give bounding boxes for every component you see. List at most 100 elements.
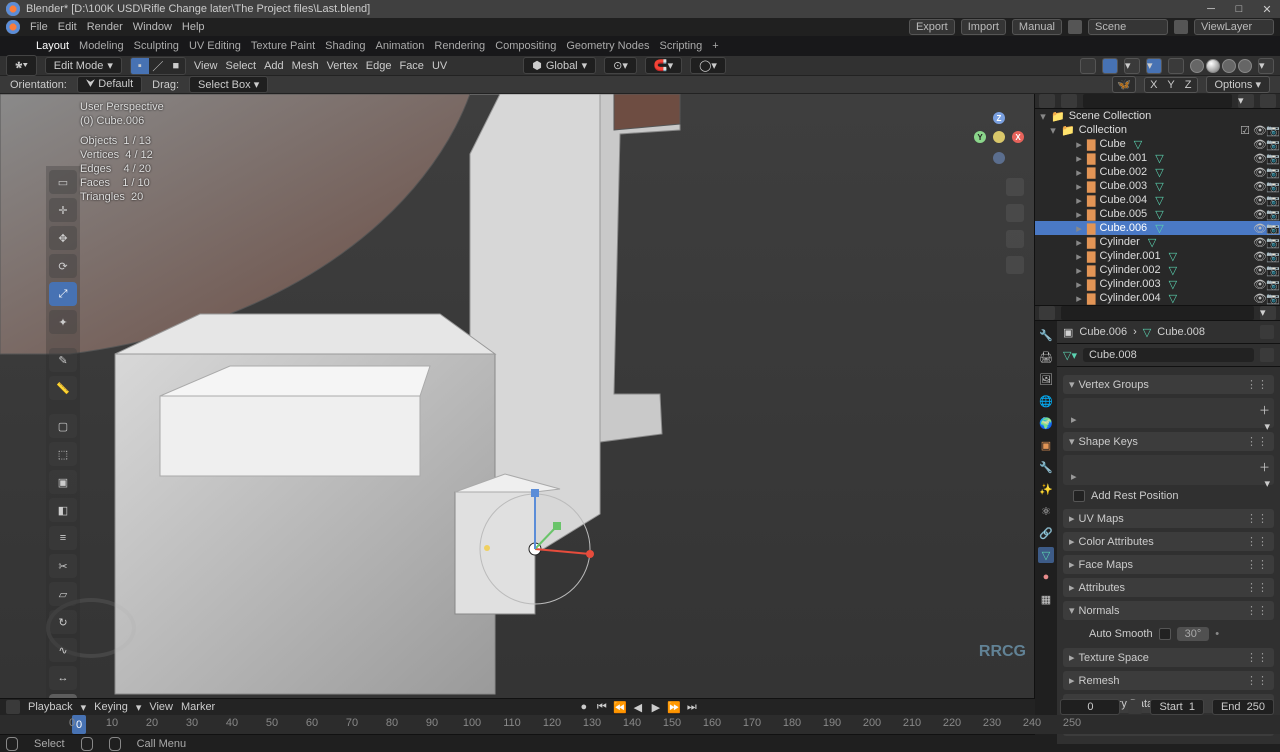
vertex-mode-icon[interactable]: ▪: [131, 58, 149, 74]
wireframe-shading-icon[interactable]: [1190, 59, 1204, 73]
vertex-groups-list[interactable]: ＋▾▸: [1063, 398, 1274, 428]
import-chip[interactable]: Import: [961, 19, 1006, 35]
gizmo-icon[interactable]: ▾: [1124, 58, 1140, 74]
tool-rotate[interactable]: ⟳: [49, 254, 77, 278]
orientation-value[interactable]: ⮟ Default: [77, 76, 142, 93]
tool-select[interactable]: ▭: [49, 170, 77, 194]
auto-smooth-angle[interactable]: 30°: [1177, 627, 1210, 641]
play-icon[interactable]: ▶: [649, 701, 663, 714]
timeline-playback[interactable]: Playback: [28, 701, 73, 713]
menu-window[interactable]: Window: [133, 21, 172, 33]
drag-value[interactable]: Select Box ▾: [189, 76, 268, 93]
ptab-world[interactable]: 🌍: [1038, 415, 1054, 431]
shading-mode-group[interactable]: [1190, 59, 1252, 73]
tree-item-cube-005[interactable]: ▸▇Cube.005▽👁📷: [1035, 207, 1280, 221]
xray-icon[interactable]: [1168, 58, 1184, 74]
mirror-y[interactable]: Y: [1162, 78, 1179, 92]
outliner[interactable]: ▾📁Scene Collection ▾📁Collection ☑👁📷 ▸▇Cu…: [1035, 109, 1280, 305]
pan-icon[interactable]: [1006, 204, 1024, 222]
tool-spin[interactable]: ↻: [49, 610, 77, 634]
navigation-gizmo[interactable]: Z Y X: [974, 112, 1024, 162]
tree-item-cube-002[interactable]: ▸▇Cube.002▽👁📷: [1035, 165, 1280, 179]
tab-modeling[interactable]: Modeling: [79, 40, 124, 52]
face-mode-icon[interactable]: ■: [167, 58, 185, 74]
tree-item-cylinder-003[interactable]: ▸▇Cylinder.003▽👁📷: [1035, 277, 1280, 291]
tab-scripting[interactable]: Scripting: [659, 40, 702, 52]
timeline-editor-type-icon[interactable]: [6, 700, 20, 714]
autokey-icon[interactable]: ●: [577, 701, 591, 714]
menu-select[interactable]: Select: [226, 60, 257, 72]
auto-smooth-checkbox[interactable]: [1159, 628, 1171, 640]
tool-move[interactable]: ✥: [49, 226, 77, 250]
tree-item-cylinder[interactable]: ▸▇Cylinder▽👁📷: [1035, 235, 1280, 249]
manual-chip[interactable]: Manual: [1012, 19, 1062, 35]
rendered-shading-icon[interactable]: [1238, 59, 1252, 73]
datablock-name[interactable]: Cube.008: [1083, 348, 1254, 362]
menu-add[interactable]: Add: [264, 60, 284, 72]
specials-icon[interactable]: ▾: [1264, 420, 1270, 433]
ptab-object[interactable]: ▣: [1038, 437, 1054, 453]
tab-layout[interactable]: Layout: [36, 40, 69, 52]
ptab-physics[interactable]: ⚛: [1038, 503, 1054, 519]
tab-animation[interactable]: Animation: [376, 40, 425, 52]
tool-knife[interactable]: ✂: [49, 554, 77, 578]
timeline-marker[interactable]: Marker: [181, 701, 215, 713]
close-button[interactable]: ✕: [1260, 3, 1274, 16]
menu-vertex[interactable]: Vertex: [327, 60, 358, 72]
mesh-edit-options-icon[interactable]: [1080, 58, 1096, 74]
orientation-dropdown[interactable]: ⬢ Global ▾: [523, 57, 596, 74]
mirror-x[interactable]: X: [1145, 78, 1162, 92]
tool-scale[interactable]: ⤢: [49, 282, 77, 306]
tab-rendering[interactable]: Rendering: [434, 40, 485, 52]
add-icon[interactable]: ＋: [1259, 402, 1270, 418]
tab-uv-editing[interactable]: UV Editing: [189, 40, 241, 52]
tab-sculpting[interactable]: Sculpting: [134, 40, 179, 52]
ptab-viewlayer[interactable]: 🖼: [1038, 371, 1054, 387]
preview-range-icon[interactable]: [1128, 700, 1142, 714]
camera-view-icon[interactable]: [1006, 230, 1024, 248]
pivot-dropdown[interactable]: ⊙▾: [604, 57, 637, 74]
tool-bevel[interactable]: ◧: [49, 498, 77, 522]
tool-edge-slide[interactable]: ↔: [49, 666, 77, 690]
panel-shape-keys[interactable]: ▾Shape Keys⋮⋮: [1063, 432, 1274, 451]
matprev-shading-icon[interactable]: [1222, 59, 1236, 73]
export-chip[interactable]: Export: [909, 19, 955, 35]
tree-item-cylinder-001[interactable]: ▸▇Cylinder.001▽👁📷: [1035, 249, 1280, 263]
select-mode-segments[interactable]: ▪ ／ ■: [130, 57, 186, 75]
tool-shrink-fatten[interactable]: ⇕: [49, 694, 77, 698]
editor-type-dropdown[interactable]: 🞳▾: [6, 55, 37, 76]
menu-file[interactable]: File: [30, 21, 48, 33]
jump-start-icon[interactable]: ⏮: [595, 701, 609, 714]
timeline-keying[interactable]: Keying: [94, 701, 128, 713]
ptab-render[interactable]: 🔧: [1038, 327, 1054, 343]
outliner-display-mode-icon[interactable]: [1061, 94, 1077, 108]
checkbox[interactable]: [1073, 490, 1085, 502]
panel-remesh[interactable]: ▸Remesh⋮⋮: [1063, 671, 1274, 690]
tab-texture-paint[interactable]: Texture Paint: [251, 40, 315, 52]
tool-measure[interactable]: 📏: [49, 376, 77, 400]
tab-compositing[interactable]: Compositing: [495, 40, 556, 52]
ptab-texture[interactable]: ▦: [1038, 591, 1054, 607]
panel-attributes[interactable]: ▸Attributes⋮⋮: [1063, 578, 1274, 597]
breadcrumb-data[interactable]: Cube.008: [1157, 326, 1205, 338]
tool-loopcut[interactable]: ≡: [49, 526, 77, 550]
overlays-icon[interactable]: ▾: [1146, 58, 1162, 74]
ptab-output[interactable]: 🖨: [1038, 349, 1054, 365]
menu-edge[interactable]: Edge: [366, 60, 392, 72]
options-dropdown[interactable]: Options ▾: [1206, 76, 1271, 93]
tool-annotate[interactable]: ✎: [49, 348, 77, 372]
solid-shading-icon[interactable]: [1206, 59, 1220, 73]
jump-end-icon[interactable]: ⏭: [685, 701, 699, 714]
tree-item-cube-006[interactable]: ▸▇Cube.006▽👁📷: [1035, 221, 1280, 235]
menu-render[interactable]: Render: [87, 21, 123, 33]
breadcrumb-object[interactable]: Cube.006: [1079, 326, 1127, 338]
tool-transform[interactable]: ✦: [49, 310, 77, 334]
play-rev-icon[interactable]: ◀: [631, 701, 645, 714]
panel-color-attributes[interactable]: ▸Color Attributes⋮⋮: [1063, 532, 1274, 551]
mirror-icon[interactable]: 🦋: [1112, 76, 1136, 93]
tree-item-cube[interactable]: ▸▇Cube▽👁📷: [1035, 137, 1280, 151]
start-frame-field[interactable]: Start 1: [1150, 699, 1203, 715]
tab-geometry-nodes[interactable]: Geometry Nodes: [566, 40, 649, 52]
ortho-toggle-icon[interactable]: [1006, 256, 1024, 274]
mode-dropdown[interactable]: Edit Mode ▾: [45, 57, 122, 74]
